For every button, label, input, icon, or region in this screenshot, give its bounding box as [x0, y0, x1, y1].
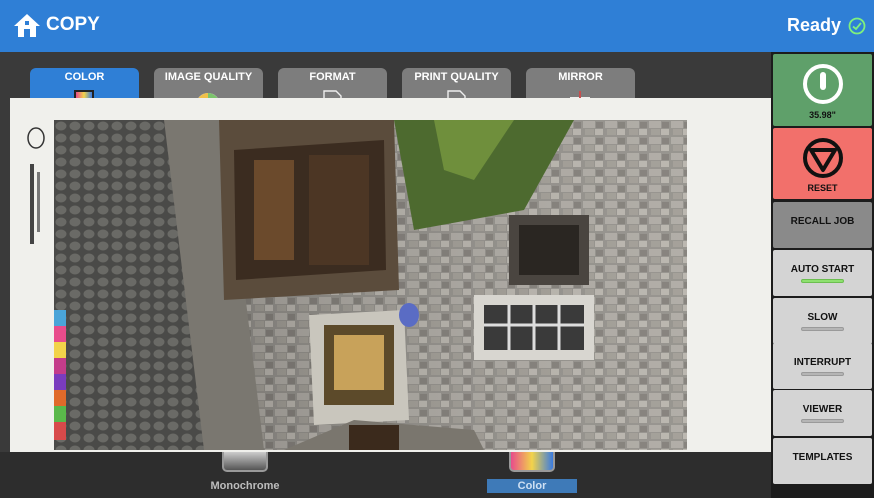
templates-button[interactable]: TEMPLATES: [773, 438, 872, 484]
start-label: 35.98": [809, 110, 836, 120]
monochrome-thumbnail: [222, 452, 268, 472]
mode-monochrome[interactable]: Monochrome: [200, 452, 290, 498]
street-photo-image: [54, 120, 687, 450]
scan-preview[interactable]: [10, 98, 771, 452]
templates-label: TEMPLATES: [792, 452, 853, 463]
tab-label: MIRROR: [558, 71, 603, 83]
recall-job-button[interactable]: RECALL JOB: [773, 202, 872, 248]
interrupt-label: INTERRUPT: [793, 357, 852, 368]
reset-label: RESET: [807, 183, 838, 193]
top-bar: COPY Ready: [0, 0, 874, 52]
tab-label: FORMAT: [309, 71, 356, 83]
mode-color[interactable]: Color: [487, 452, 577, 498]
interrupt-indicator: [801, 372, 844, 376]
start-button[interactable]: 35.98": [773, 54, 872, 126]
interrupt-button[interactable]: INTERRUPT: [773, 343, 872, 389]
start-icon: [803, 64, 843, 104]
slow-indicator: [801, 327, 844, 331]
copy-workarea: COLOR IMAGE QUALITY FORMAT PRINT QUALITY: [0, 52, 771, 498]
viewer-button[interactable]: VIEWER: [773, 390, 872, 436]
color-swatches: [54, 310, 66, 440]
auto-start-indicator: [801, 279, 844, 283]
color-mode-bar: Monochrome Color: [0, 452, 771, 498]
viewer-label: VIEWER: [802, 404, 843, 415]
mode-label: Color: [487, 479, 577, 493]
tab-label: COLOR: [64, 71, 105, 83]
slow-label: SLOW: [807, 312, 838, 323]
tab-label: IMAGE QUALITY: [164, 71, 253, 83]
slow-button[interactable]: SLOW: [773, 298, 872, 344]
reset-button[interactable]: RESET: [773, 128, 872, 199]
status-text: Ready: [786, 15, 841, 35]
auto-start-button[interactable]: AUTO START: [773, 250, 872, 296]
scanned-image: [54, 120, 687, 450]
page-title: COPY: [46, 14, 100, 35]
mode-label: Monochrome: [210, 480, 280, 492]
ready-check-icon: [848, 17, 866, 35]
tab-label: PRINT QUALITY: [414, 71, 499, 83]
auto-start-label: AUTO START: [790, 264, 855, 275]
reset-icon: [803, 138, 843, 178]
color-thumbnail: [509, 452, 555, 472]
home-icon[interactable]: [12, 12, 42, 38]
kip-logo-strip: [27, 127, 45, 244]
action-panel: 35.98" RESET RECALL JOB AUTO START SLOW …: [771, 52, 874, 498]
viewer-indicator: [801, 419, 844, 423]
recall-job-label: RECALL JOB: [790, 216, 855, 227]
